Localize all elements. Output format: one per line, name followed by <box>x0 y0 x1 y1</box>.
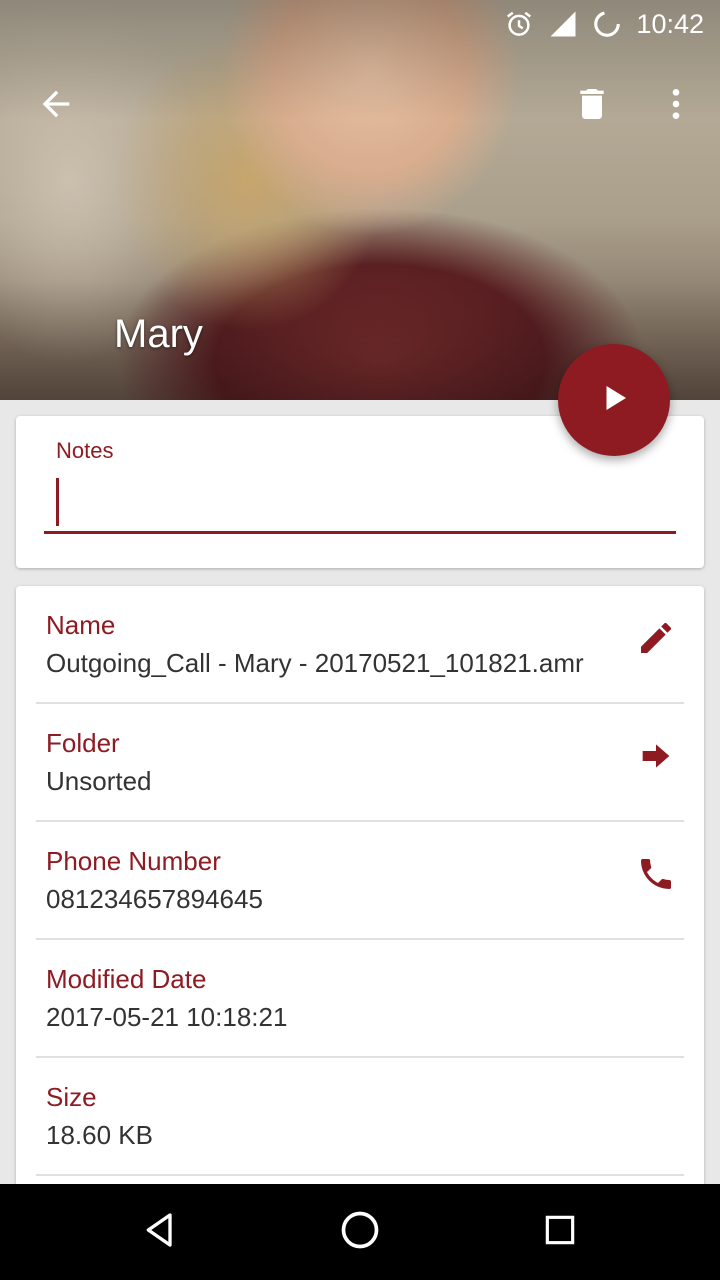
play-icon <box>596 380 632 421</box>
nav-home-button[interactable] <box>332 1204 388 1260</box>
nav-recents-icon <box>541 1211 579 1254</box>
detail-row-name: Name Outgoing_Call - Mary - 20170521_101… <box>36 586 684 704</box>
text-cursor <box>56 478 59 526</box>
back-button[interactable] <box>28 78 84 134</box>
contact-name-title: Mary <box>114 312 203 356</box>
more-vert-icon <box>656 84 696 129</box>
sync-icon <box>592 9 622 39</box>
alarm-icon <box>504 9 534 39</box>
arrow-back-icon <box>36 84 76 129</box>
detail-row-size: Size 18.60 KB <box>36 1058 684 1176</box>
name-label: Name <box>46 610 116 640</box>
folder-value: Unsorted <box>46 766 152 796</box>
clock: 10:42 <box>636 8 704 39</box>
modified-date-value: 2017-05-21 10:18:21 <box>46 1002 288 1032</box>
divider <box>36 1174 684 1176</box>
nav-back-button[interactable] <box>132 1204 188 1260</box>
folder-label: Folder <box>46 728 120 758</box>
name-value: Outgoing_Call - Mary - 20170521_101821.a… <box>46 648 584 678</box>
phone-icon <box>636 854 676 899</box>
nav-home-icon <box>338 1208 382 1257</box>
modified-date-label: Modified Date <box>46 964 207 994</box>
move-folder-button[interactable] <box>628 730 684 786</box>
detail-row-folder: Folder Unsorted <box>36 704 684 822</box>
contact-photo-header: Mary <box>0 0 720 400</box>
phone-label: Phone Number <box>46 846 221 876</box>
delete-button[interactable] <box>564 78 620 134</box>
play-button[interactable] <box>558 344 670 456</box>
notes-input[interactable] <box>44 476 676 534</box>
size-label: Size <box>46 1082 97 1112</box>
trash-icon <box>572 84 612 129</box>
system-navigation-bar <box>0 1184 720 1280</box>
call-button[interactable] <box>628 848 684 904</box>
photo-shade <box>0 0 720 400</box>
status-bar: 10:42 <box>0 0 720 48</box>
detail-row-modified-date: Modified Date 2017-05-21 10:18:21 <box>36 940 684 1058</box>
phone-value: 081234657894645 <box>46 884 263 914</box>
cell-signal-icon <box>548 9 578 39</box>
move-arrow-icon <box>636 736 676 781</box>
nav-recents-button[interactable] <box>532 1204 588 1260</box>
more-options-button[interactable] <box>648 78 704 134</box>
rename-button[interactable] <box>628 612 684 668</box>
recording-details-card: Name Outgoing_Call - Mary - 20170521_101… <box>16 586 704 1226</box>
size-value: 18.60 KB <box>46 1120 153 1150</box>
nav-back-icon <box>140 1210 180 1255</box>
edit-pencil-icon <box>636 618 676 663</box>
detail-row-phone: Phone Number 081234657894645 <box>36 822 684 940</box>
notes-label: Notes <box>56 438 114 463</box>
